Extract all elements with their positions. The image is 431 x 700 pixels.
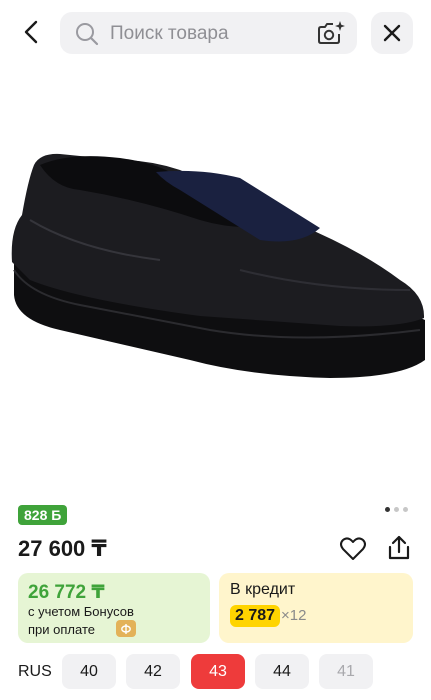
bonus-coin-icon (116, 620, 136, 637)
size-option[interactable]: 44 (255, 654, 309, 689)
size-option-unavailable[interactable]: 41 (319, 654, 373, 689)
close-icon (383, 24, 401, 42)
search-placeholder: Поиск товара (110, 23, 229, 44)
size-option[interactable]: 40 (62, 654, 116, 689)
size-option-selected[interactable]: 43 (191, 654, 245, 689)
bonus-price: 26 772 ₸ (28, 582, 105, 603)
gallery-indicator (385, 507, 408, 512)
back-button[interactable] (14, 14, 50, 50)
product-price: 27 600 ₸ (18, 536, 107, 561)
close-button[interactable] (371, 12, 413, 54)
credit-card[interactable]: В кредит 2 787 ×12 (219, 573, 413, 643)
bonus-note-line1: с учетом Бонусов (28, 604, 134, 619)
credit-multiplier: ×12 (281, 607, 307, 624)
gallery-dot (385, 507, 390, 512)
gallery-dot (394, 507, 399, 512)
product-image[interactable] (0, 120, 431, 420)
search-bar[interactable]: Поиск товара (60, 12, 357, 54)
heart-icon[interactable] (339, 536, 367, 562)
search-icon (76, 23, 99, 46)
credit-monthly-amount: 2 787 (230, 605, 281, 627)
bonus-note-line2: при оплате (28, 622, 95, 637)
share-icon[interactable] (385, 534, 413, 562)
credit-title: В кредит (230, 581, 296, 598)
bonus-badge: 828 Б (18, 505, 68, 525)
top-bar: Поиск товара (0, 0, 431, 66)
chevron-left-icon (24, 20, 38, 44)
bonus-price-card[interactable]: 26 772 ₸ с учетом Бонусов при оплате (18, 573, 210, 643)
size-option[interactable]: 42 (126, 654, 180, 689)
gallery-dot (403, 507, 408, 512)
camera-sparkle-icon[interactable] (316, 20, 346, 46)
size-selector: RUS 40 42 43 44 41 (0, 654, 431, 690)
coin-glyph-icon (121, 623, 131, 634)
size-system-label: RUS (18, 663, 52, 680)
